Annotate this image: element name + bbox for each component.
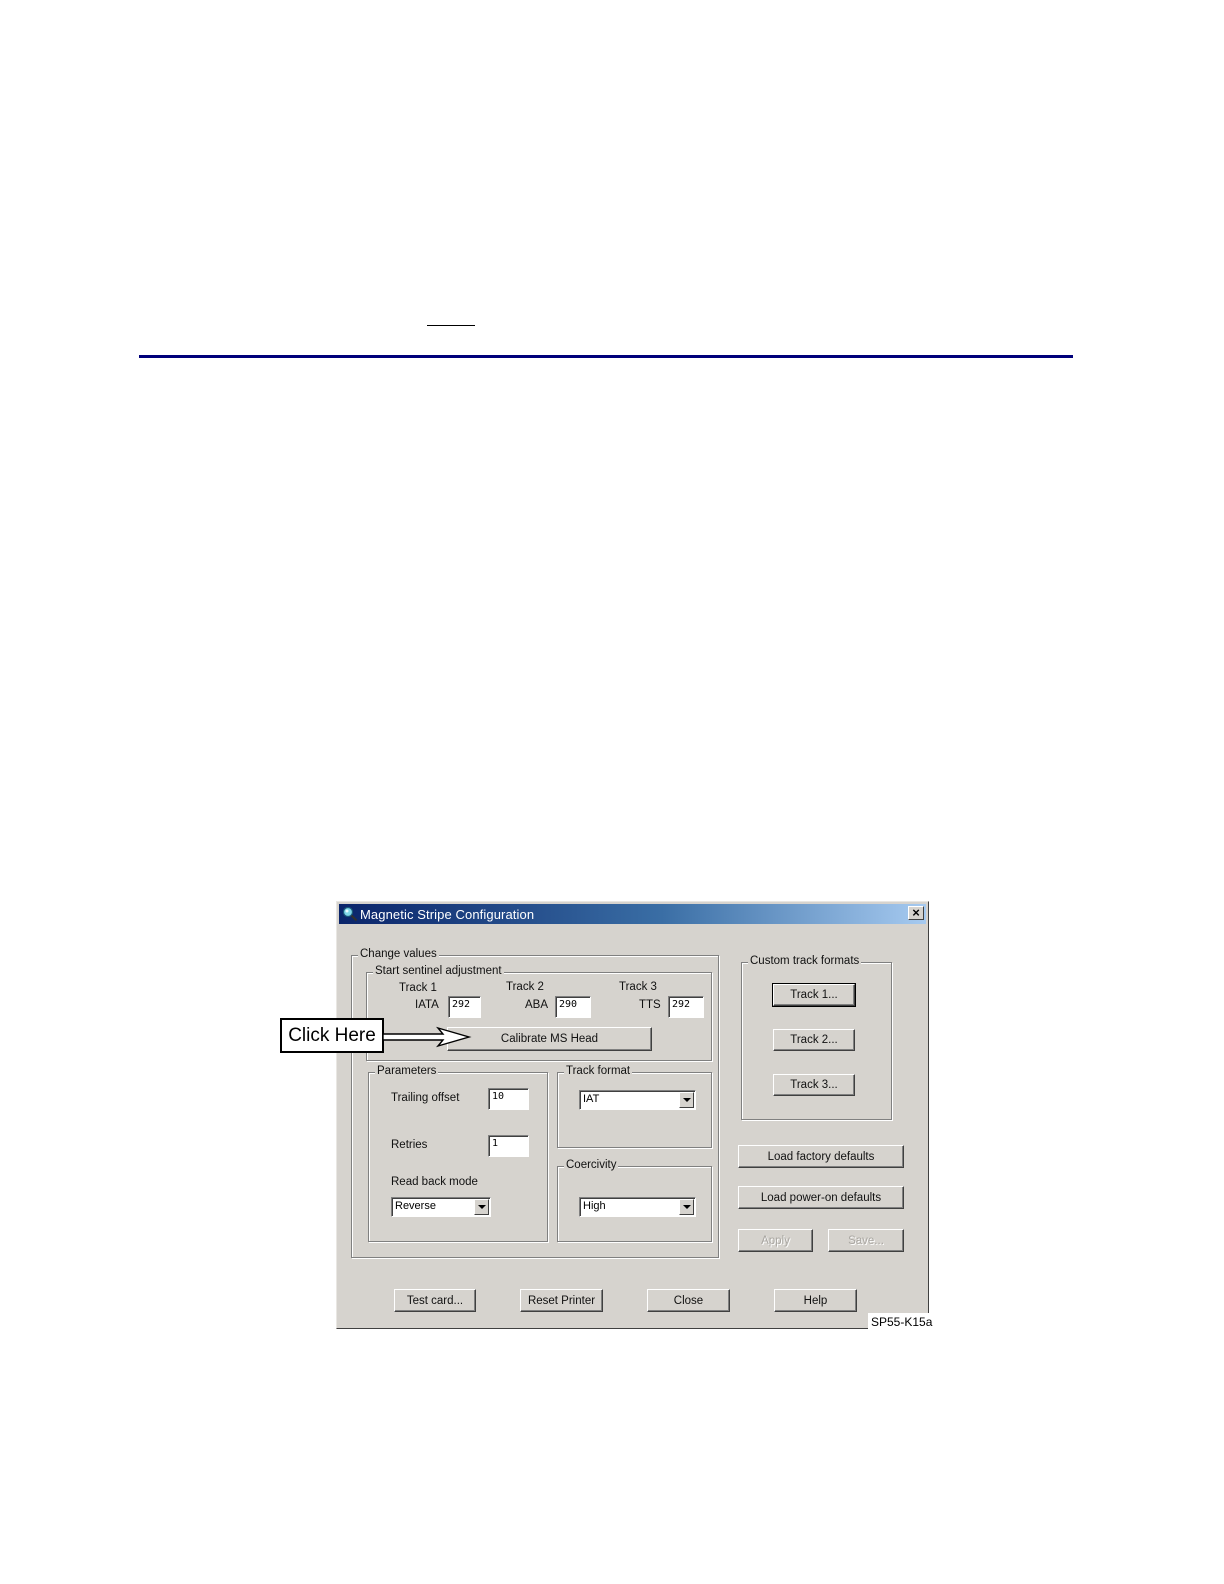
change-values-label: Change values: [358, 948, 439, 960]
coercivity-value: High: [583, 1200, 606, 1212]
track3-format-label: TTS: [639, 999, 661, 1011]
parameters-group: Parameters Trailing offset 10 Retries 1 …: [368, 1065, 548, 1242]
track-format-select[interactable]: IAT: [579, 1090, 696, 1110]
track1-sentinel-input[interactable]: 292: [448, 996, 481, 1018]
parameters-label: Parameters: [375, 1065, 439, 1077]
reset-printer-button[interactable]: Reset Printer: [520, 1289, 603, 1312]
track3-sentinel-input[interactable]: 292: [668, 996, 704, 1018]
magnifier-app-icon: [342, 906, 358, 922]
figure-id-label: SP55-K15a: [868, 1313, 932, 1331]
close-button[interactable]: Close: [647, 1289, 730, 1312]
track2-format-label: ABA: [525, 999, 549, 1011]
track2-header: Track 2: [506, 981, 544, 993]
track2-sentinel-input[interactable]: 290: [555, 996, 591, 1018]
title-bar[interactable]: Magnetic Stripe Configuration ×: [339, 904, 926, 924]
chevron-down-icon[interactable]: [679, 1199, 694, 1215]
read-back-mode-value: Reverse: [395, 1200, 436, 1212]
magnetic-stripe-dialog: Magnetic Stripe Configuration × Change v…: [336, 901, 929, 1329]
track1-header: Track 1: [399, 982, 437, 994]
trailing-offset-input[interactable]: 10: [488, 1088, 529, 1110]
change-values-group: Change values Start sentinel adjustment …: [351, 948, 719, 1258]
help-button[interactable]: Help: [774, 1289, 857, 1312]
track-format-group: Track format IAT: [557, 1065, 712, 1148]
read-back-mode-select[interactable]: Reverse: [391, 1197, 491, 1217]
dialog-title: Magnetic Stripe Configuration: [360, 907, 535, 922]
test-card-button[interactable]: Test card...: [394, 1289, 476, 1312]
coercivity-group: Coercivity High: [557, 1159, 712, 1242]
apply-button[interactable]: Apply: [738, 1229, 813, 1252]
track-format-value: IAT: [583, 1093, 600, 1105]
coercivity-label: Coercivity: [564, 1159, 619, 1171]
click-here-callout: Click Here: [280, 1018, 384, 1053]
retries-label: Retries: [391, 1139, 428, 1151]
section-divider: [139, 355, 1073, 358]
load-power-on-defaults-button[interactable]: Load power-on defaults: [738, 1186, 904, 1209]
calibrate-ms-head-button[interactable]: Calibrate MS Head: [447, 1027, 652, 1051]
custom-track2-button[interactable]: Track 2...: [773, 1029, 855, 1051]
coercivity-select[interactable]: High: [579, 1197, 696, 1217]
close-icon[interactable]: ×: [908, 906, 924, 920]
save-button[interactable]: Save...: [828, 1229, 904, 1252]
start-sentinel-label: Start sentinel adjustment: [373, 965, 504, 977]
chevron-down-icon[interactable]: [474, 1199, 489, 1215]
track1-format-label: IATA: [415, 999, 439, 1011]
chevron-down-icon[interactable]: [679, 1092, 694, 1108]
track3-header: Track 3: [619, 981, 657, 993]
read-back-mode-label: Read back mode: [391, 1176, 478, 1188]
custom-track1-button[interactable]: Track 1...: [772, 983, 856, 1007]
custom-track-formats-group: Custom track formats Track 1... Track 2.…: [741, 955, 892, 1120]
trailing-offset-label: Trailing offset: [391, 1092, 460, 1104]
load-factory-defaults-button[interactable]: Load factory defaults: [738, 1145, 904, 1168]
underline-rule: [427, 325, 475, 326]
track-format-label: Track format: [564, 1065, 633, 1077]
custom-track3-button[interactable]: Track 3...: [773, 1074, 855, 1096]
retries-input[interactable]: 1: [488, 1135, 529, 1157]
callout-arrow-icon: [383, 1026, 472, 1048]
custom-track-formats-label: Custom track formats: [748, 955, 862, 967]
